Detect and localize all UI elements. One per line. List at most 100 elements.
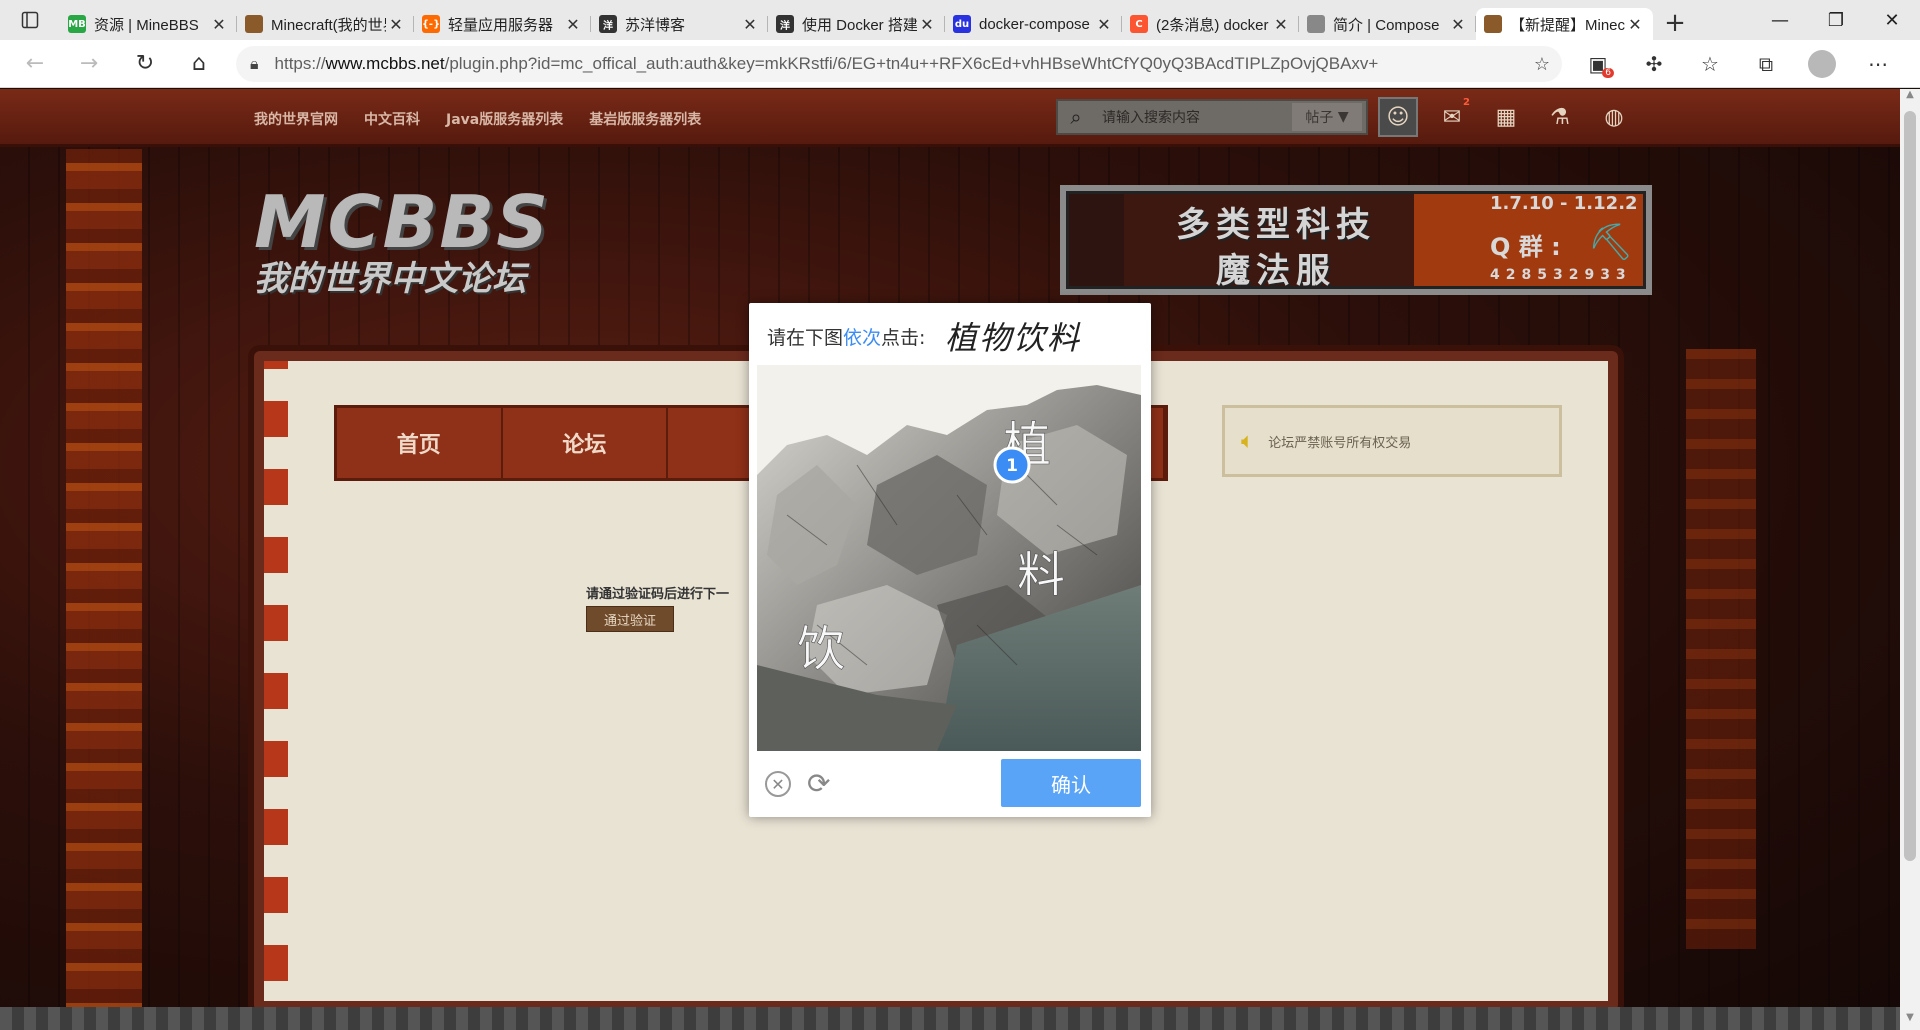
tab-title: 轻量应用服务器 (448, 16, 554, 34)
search-icon[interactable]: ⌕ (1058, 105, 1094, 129)
extension-badge: 6 (1602, 68, 1614, 78)
extension-icon[interactable]: ▣ 6 (1570, 40, 1626, 88)
tab-title: docker-compose (979, 15, 1090, 33)
captcha-char[interactable]: 料 (1017, 547, 1066, 604)
browser-tab[interactable]: Minecraft(我的世界)✕ (237, 8, 414, 40)
potion-icon[interactable]: ⚗ (1540, 97, 1580, 137)
browser-tab[interactable]: {-} 轻量应用服务器 ✕ (414, 8, 591, 40)
url-field[interactable]: 🔒︎ https://www.mcbbs.net/plugin.php?id=m… (236, 46, 1562, 82)
browser-tab[interactable]: 洋使用 Docker 搭建 ✕ (768, 8, 945, 40)
scrollbar-thumb[interactable] (1904, 111, 1916, 861)
extensions-puzzle-icon[interactable]: ✣ (1626, 40, 1682, 88)
minimize-icon[interactable]: — (1752, 0, 1808, 40)
browser-tab[interactable]: 【新提醒】Minecraft✕ (1476, 8, 1653, 40)
home-icon[interactable]: ⌂ (172, 40, 226, 88)
announcement-text[interactable]: 论坛严禁账号所有权交易 (1268, 432, 1411, 451)
search-type-select[interactable]: 帖子 ▼ (1292, 103, 1362, 131)
tab-title: Minecraft(我的世界) (271, 16, 386, 34)
notification-badge: 2 (1463, 97, 1470, 108)
url-text[interactable]: https://www.mcbbs.net/plugin.php?id=mc_o… (275, 54, 1522, 74)
prompt-highlight: 依次 (843, 327, 882, 349)
tab-favicon-icon: {-} (422, 15, 440, 33)
scroll-up-icon[interactable]: ▲ (1900, 89, 1920, 107)
lava-column-decoration (1686, 349, 1756, 949)
scroll-down-icon[interactable]: ▼ (1900, 1012, 1920, 1030)
tab-close-icon[interactable]: ✕ (209, 15, 229, 34)
tab-close-icon[interactable]: ✕ (386, 15, 406, 34)
book-binding-decoration (264, 361, 288, 1001)
captcha-confirm-button[interactable]: 确认 (1001, 759, 1141, 807)
browser-tab[interactable]: du docker-compose ✕ (945, 8, 1122, 40)
collections-icon[interactable]: ⧉ (1738, 40, 1794, 88)
search-type-label: 帖子 (1305, 110, 1334, 126)
profile-avatar[interactable] (1794, 40, 1850, 88)
lock-icon[interactable]: 🔒︎ (250, 54, 259, 74)
restore-icon[interactable]: ❐ (1808, 0, 1864, 40)
tab-close-icon[interactable]: ✕ (740, 15, 760, 34)
verify-message: 请通过验证码后进行下一 (586, 587, 730, 602)
tab-actions-icon[interactable] (0, 0, 60, 40)
main-menu-item[interactable]: 首页 (337, 408, 503, 478)
tab-title: 资源 | MineBBS (94, 16, 199, 34)
tab-favicon-icon: C (1130, 15, 1148, 33)
back-icon[interactable]: ← (8, 40, 62, 88)
tab-favicon-icon: 洋 (776, 15, 794, 33)
tab-favicon-icon: 洋 (599, 15, 617, 33)
favorites-icon[interactable]: ☆ (1682, 40, 1738, 88)
site-nav-link[interactable]: Java版服务器列表 (446, 109, 563, 129)
banner-qq-number: 428532933 (1490, 267, 1632, 283)
captcha-close-icon[interactable]: ✕ (765, 771, 791, 797)
banner-qq-label: Q 群 : (1490, 233, 1561, 261)
tab-favicon-icon (1307, 15, 1325, 33)
tab-title: 简介 | Compose (1333, 16, 1440, 34)
site-nav-link[interactable]: 我的世界官网 (254, 109, 338, 129)
browser-tab[interactable]: 简介 | Compose ✕ (1299, 8, 1476, 40)
banner-version: 1.7.10 - 1.12.2 (1490, 193, 1638, 214)
notification-icon[interactable]: ✉ 2 (1432, 97, 1472, 137)
browser-tab[interactable]: 洋苏洋博客 ✕ (591, 8, 768, 40)
site-logo[interactable]: MCBBS 我的世界中文论坛 (254, 180, 584, 299)
tab-favicon-icon (245, 15, 263, 33)
tab-close-icon[interactable]: ✕ (563, 15, 583, 34)
page-scrollbar[interactable]: ▲ ▼ (1900, 89, 1920, 1030)
new-tab-button[interactable]: + (1653, 8, 1697, 38)
close-window-icon[interactable]: ✕ (1864, 0, 1920, 40)
prompt-text: 请在下图 (767, 327, 844, 349)
user-avatar[interactable]: ☺ (1378, 97, 1418, 137)
announcement-box: 🔈︎ 论坛严禁账号所有权交易 (1222, 405, 1562, 477)
tab-close-icon[interactable]: ✕ (1448, 15, 1468, 34)
more-menu-icon[interactable]: ⋯ (1850, 40, 1906, 88)
tab-bar: MB资源 | MineBBS✕Minecraft(我的世界)✕{-}轻量应用服务… (0, 0, 1920, 40)
browser-tab[interactable]: C (2条消息) docker ✕ (1122, 8, 1299, 40)
bottom-stone-strip (0, 1007, 1900, 1030)
refresh-icon[interactable]: ↻ (118, 40, 172, 88)
verify-button[interactable]: 通过验证 (586, 606, 674, 632)
site-nav-link[interactable]: 基岩版服务器列表 (589, 109, 701, 129)
captcha-refresh-icon[interactable]: ⟳ (807, 767, 830, 800)
browser-tab[interactable]: MB 资源 | MineBBS ✕ (60, 8, 237, 40)
cookie-icon[interactable]: ◍ (1594, 97, 1634, 137)
captcha-image[interactable]: 植 料 饮 1 (757, 365, 1141, 751)
site-search: ⌕ 请输入搜索内容 帖子 ▼ (1056, 99, 1368, 135)
tab-favicon-icon (1484, 15, 1502, 33)
tab-close-icon[interactable]: ✕ (917, 15, 937, 34)
search-input[interactable]: 请输入搜索内容 (1094, 107, 1292, 127)
site-top-nav: 我的世界官网 中文百科 Java版服务器列表 基岩版服务器列表 ⌕ 请输入搜索内容 帖… (0, 89, 1900, 147)
address-bar: ← → ↻ ⌂ 🔒︎ https://www.mcbbs.net/plugin.… (0, 40, 1920, 88)
speaker-icon: 🔈︎ (1241, 428, 1255, 454)
tab-close-icon[interactable]: ✕ (1094, 15, 1114, 34)
forward-icon[interactable]: → (62, 40, 116, 88)
add-favorite-icon[interactable]: ☆ (1522, 54, 1562, 75)
logo-text: MCBBS (254, 180, 551, 264)
tab-close-icon[interactable]: ✕ (1625, 15, 1645, 34)
tab-title: 使用 Docker 搭建 (802, 16, 917, 34)
crafting-table-icon[interactable]: ▦ (1486, 97, 1526, 137)
tab-title: 【新提醒】Minecraft (1510, 16, 1625, 34)
main-menu-item[interactable]: 论坛 (503, 408, 669, 478)
captcha-char[interactable]: 饮 (797, 621, 846, 678)
site-nav-link[interactable]: 中文百科 (364, 109, 420, 129)
banner-line2: 魔法服 (1216, 251, 1336, 291)
tab-close-icon[interactable]: ✕ (1271, 15, 1291, 34)
tab-favicon-icon: MB (68, 15, 86, 33)
server-ad-banner[interactable]: 多类型科技 魔法服 1.7.10 - 1.12.2 Q 群 : 42853293… (1060, 185, 1652, 295)
